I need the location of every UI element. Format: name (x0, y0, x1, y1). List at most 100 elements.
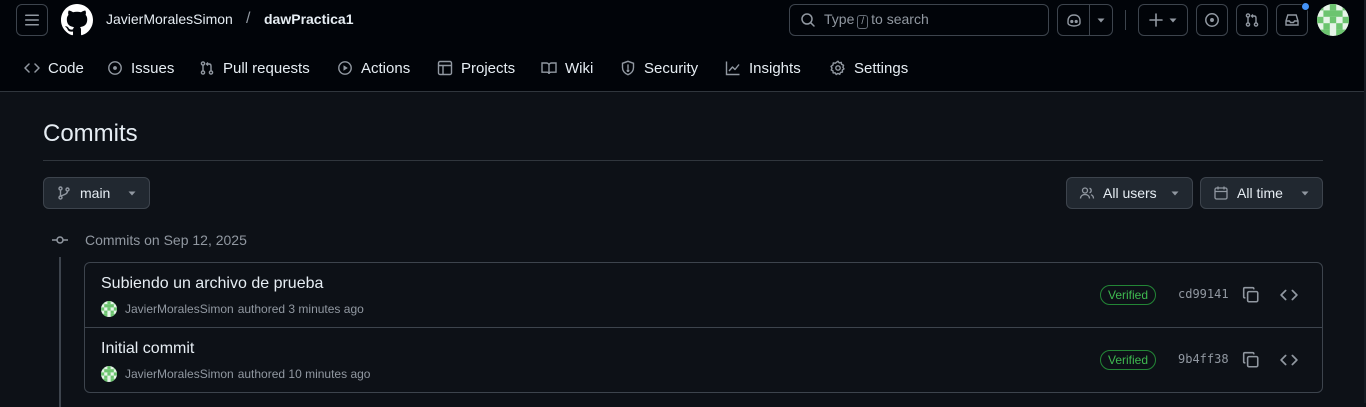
commit-meta: JavierMoralesSimon authored 3 minutes ag… (101, 301, 364, 317)
branch-selector[interactable]: main (43, 177, 150, 209)
graph-icon (725, 61, 740, 76)
tab-security-label: Security (644, 59, 699, 77)
tab-wiki[interactable]: Wiki (541, 56, 593, 80)
breadcrumb-separator: / (246, 10, 251, 27)
copy-sha-button[interactable] (1242, 351, 1260, 369)
commit-author[interactable]: JavierMoralesSimon (125, 367, 234, 381)
commit-row: Subiendo un archivo de prueba JavierMora… (85, 263, 1322, 328)
breadcrumb-repo[interactable]: dawPractica1 (264, 11, 354, 27)
tab-actions[interactable]: Actions (337, 56, 410, 80)
tab-pull-requests-label: Pull requests (223, 59, 310, 77)
search-suffix: to search (871, 11, 929, 27)
notification-indicator (1301, 2, 1310, 11)
search-shortcut-key: / (857, 15, 869, 29)
commit-author[interactable]: JavierMoralesSimon (125, 302, 234, 316)
issue-icon (1205, 13, 1219, 27)
search-input[interactable]: Type / to search (789, 4, 1049, 36)
commit-time: authored 10 minutes ago (237, 367, 371, 381)
time-filter-label: All time (1237, 185, 1283, 201)
triangle-down-icon (1171, 191, 1179, 196)
tab-security[interactable]: Security (620, 56, 698, 80)
pull-request-icon (200, 61, 214, 75)
browse-code-button[interactable] (1280, 286, 1298, 304)
copy-icon (1242, 351, 1259, 368)
your-pull-requests-button[interactable] (1236, 4, 1268, 36)
copilot-button-group (1057, 4, 1113, 36)
tab-projects-label: Projects (461, 59, 516, 77)
users-filter[interactable]: All users (1066, 177, 1193, 209)
commit-message[interactable]: Subiendo un archivo de prueba (101, 275, 323, 293)
triangle-down-icon (1169, 18, 1177, 23)
tab-settings[interactable]: Settings (830, 56, 908, 80)
timeline-line (59, 257, 61, 407)
breadcrumb-owner[interactable]: JavierMoralesSimon (106, 11, 233, 27)
code-icon (1280, 289, 1298, 301)
branch-icon (58, 186, 70, 200)
pull-request-icon (1245, 13, 1259, 27)
commit-icon (52, 236, 68, 244)
people-icon (1079, 187, 1095, 199)
title-divider (43, 160, 1323, 161)
tab-wiki-label: Wiki (565, 59, 594, 77)
copy-icon (1242, 286, 1259, 303)
tab-issues-label: Issues (131, 59, 175, 77)
tab-issues[interactable]: Issues (107, 56, 174, 80)
verified-badge[interactable]: Verified (1100, 350, 1157, 370)
code-icon (24, 63, 40, 73)
author-avatar[interactable] (101, 301, 117, 317)
users-filter-label: All users (1103, 185, 1157, 201)
tab-pull-requests[interactable]: Pull requests (199, 56, 310, 80)
search-icon (801, 13, 815, 27)
copilot-icon (1067, 14, 1081, 27)
commit-sha[interactable]: cd99141 (1178, 287, 1229, 301)
copilot-menu-button[interactable] (1090, 5, 1112, 35)
header-divider (1125, 10, 1126, 30)
code-icon (1280, 354, 1298, 366)
triangle-down-icon (128, 191, 136, 196)
commit-message[interactable]: Initial commit (101, 340, 194, 358)
author-avatar[interactable] (101, 366, 117, 382)
commit-sha[interactable]: 9b4ff38 (1178, 352, 1229, 366)
tab-code-label: Code (48, 59, 84, 77)
commit-meta: JavierMoralesSimon authored 10 minutes a… (101, 366, 370, 382)
your-issues-button[interactable] (1196, 4, 1228, 36)
tab-projects[interactable]: Projects (437, 56, 515, 80)
top-header: JavierMoralesSimon / dawPractica1 Type / t… (0, 0, 1366, 92)
triangle-down-icon (1097, 18, 1105, 23)
repo-nav: Code Issues Pull requests Actions Projec… (0, 48, 1366, 88)
play-icon (338, 61, 352, 75)
copy-sha-button[interactable] (1242, 286, 1260, 304)
tab-actions-label: Actions (361, 59, 411, 77)
commit-list: Subiendo un archivo de prueba JavierMora… (84, 262, 1323, 393)
page-title: Commits (43, 120, 138, 147)
calendar-icon (1214, 186, 1228, 200)
browse-code-button[interactable] (1280, 351, 1298, 369)
hamburger-icon (25, 14, 39, 26)
search-placeholder: Type / to search (824, 11, 929, 29)
book-icon (541, 62, 557, 75)
commit-date-group: Commits on Sep 12, 2025 (51, 232, 247, 248)
verified-badge[interactable]: Verified (1100, 285, 1157, 305)
tab-insights[interactable]: Insights (725, 56, 801, 80)
shield-icon (621, 60, 635, 76)
create-new-button[interactable] (1138, 4, 1188, 36)
plus-icon (1149, 13, 1163, 27)
commit-date-heading: Commits on Sep 12, 2025 (85, 232, 247, 248)
table-icon (437, 60, 453, 76)
branch-name: main (80, 185, 111, 201)
gear-icon (830, 60, 845, 76)
time-filter[interactable]: All time (1200, 177, 1323, 209)
triangle-down-icon (1301, 191, 1309, 196)
inbox-icon (1285, 14, 1299, 26)
user-avatar[interactable] (1317, 4, 1349, 36)
global-bar: JavierMoralesSimon / dawPractica1 Type / t… (0, 0, 1366, 40)
commit-row: Initial commit JavierMoralesSimon author… (85, 328, 1322, 392)
commit-time: authored 3 minutes ago (237, 302, 364, 316)
github-logo-icon[interactable] (61, 4, 93, 36)
copilot-button[interactable] (1058, 5, 1091, 35)
issue-icon (108, 61, 122, 75)
tab-insights-label: Insights (749, 59, 801, 77)
menu-button[interactable] (16, 4, 48, 36)
tab-settings-label: Settings (854, 59, 909, 77)
tab-code[interactable]: Code (24, 56, 84, 80)
